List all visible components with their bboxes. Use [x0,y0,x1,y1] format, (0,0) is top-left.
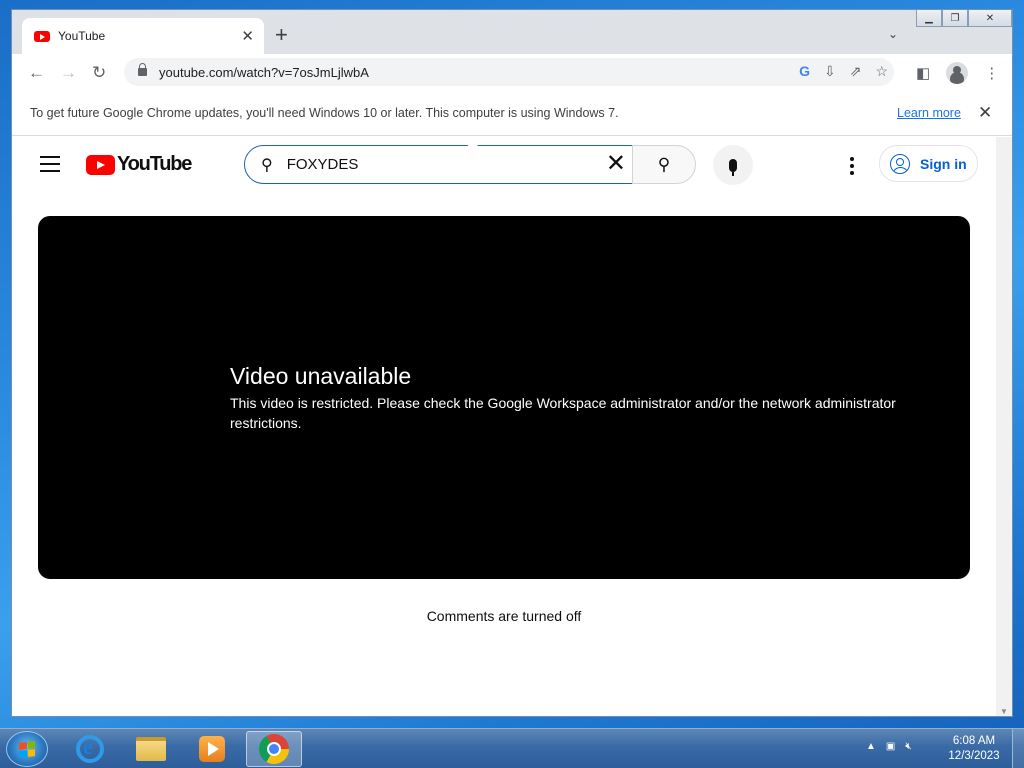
youtube-header: YouTube ⚲ ✕ ⚲ Sign in [12,137,996,193]
window-controls: ▁ ❐ ✕ [916,10,1012,28]
show-hidden-icons-button[interactable]: ▲ [866,741,876,752]
address-bar[interactable]: youtube.com/watch?v=7osJmLjlwbA G ⇩ ⇗ ☆ [124,58,894,86]
page-scrollbar[interactable]: ▼ [996,137,1012,716]
youtube-favicon-icon [34,30,50,42]
more-options-icon[interactable] [846,153,858,179]
voice-search-button[interactable] [713,145,753,185]
close-window-button[interactable]: ✕ [968,10,1012,27]
account-icon [890,153,910,174]
sign-in-label: Sign in [920,155,967,172]
reload-button[interactable]: ↻ [92,63,106,83]
youtube-logo[interactable]: YouTube [86,153,192,176]
update-infobar: To get future Google Chrome updates, you… [12,90,1012,136]
chrome-icon [259,734,289,764]
share-icon[interactable]: ⇗ [850,63,862,80]
maximize-button[interactable]: ❐ [942,10,968,27]
taskbar-media-player[interactable] [184,731,240,767]
clock-date: 12/3/2023 [948,750,1000,762]
learn-more-link[interactable]: Learn more [897,106,961,120]
search-box[interactable]: ⚲ ✕ [244,145,633,184]
search-icon: ⚲ [261,156,273,174]
internet-explorer-icon [76,734,104,763]
media-player-icon [199,736,225,762]
lock-icon[interactable] [138,63,147,76]
system-clock[interactable]: 6:08 AM 12/3/2023 [944,734,1004,764]
video-player[interactable]: Video unavailable This video is restrict… [38,216,970,579]
taskbar-windows-explorer[interactable] [123,731,179,767]
start-button[interactable] [6,731,48,767]
clear-search-icon[interactable]: ✕ [606,152,626,176]
chrome-window: YouTube ✕ + ⌄ ▁ ❐ ✕ ← → ↻ youtube.com/wa… [11,9,1013,717]
tab-search-button[interactable]: ⌄ [888,27,898,41]
taskbar-chrome[interactable] [246,731,302,767]
tab-title: YouTube [58,29,106,43]
search-input[interactable] [286,156,567,173]
tab-close-icon[interactable]: ✕ [241,27,254,45]
player-error-title: Video unavailable [230,363,412,389]
bookmark-star-icon[interactable]: ☆ [875,63,888,80]
windows-taskbar: ▲ ▣ 🔇︎ 6:08 AM 12/3/2023 [0,728,1024,768]
windows-logo-icon [19,741,35,758]
new-tab-button[interactable]: + [275,24,288,46]
youtube-wordmark: YouTube [117,153,192,175]
forward-button[interactable]: → [60,63,77,83]
tab-strip: YouTube ✕ + ⌄ ▁ ❐ ✕ [12,10,1012,54]
side-panel-icon[interactable]: ◧ [916,64,930,82]
microphone-icon [729,158,737,176]
menu-icon[interactable]: ⋮ [984,64,999,82]
youtube-play-icon [86,154,115,175]
google-icon[interactable]: G [799,63,810,80]
search-icon: ⚲ [657,154,671,174]
sign-in-button[interactable]: Sign in [879,145,978,182]
profile-icon[interactable] [946,62,969,84]
browser-toolbar: ← → ↻ youtube.com/watch?v=7osJmLjlwbA G … [12,54,1012,90]
infobar-message: To get future Google Chrome updates, you… [30,105,619,120]
back-button[interactable]: ← [28,63,45,83]
minimize-button[interactable]: ▁ [916,10,942,27]
infobar-close-icon[interactable]: ✕ [978,103,992,123]
clock-time: 6:08 AM [952,735,996,747]
install-icon[interactable]: ⇩ [824,63,836,80]
hamburger-menu-icon[interactable] [40,156,60,172]
volume-muted-icon[interactable]: 🔇︎ [905,741,911,752]
player-error-message: This video is restricted. Please check t… [230,395,896,431]
network-icon[interactable]: ▣ [886,741,895,752]
comments-status: Comments are turned off [426,608,582,624]
taskbar-internet-explorer[interactable] [62,731,118,767]
show-desktop-button[interactable] [1012,729,1024,768]
scroll-down-icon[interactable]: ▼ [1000,707,1008,716]
tab-youtube[interactable]: YouTube ✕ [22,18,264,54]
youtube-page: YouTube ⚲ ✕ ⚲ Sign in Video unavailable … [12,137,996,716]
folder-icon [136,737,166,761]
search-button[interactable]: ⚲ [632,145,696,184]
system-tray: ▲ ▣ 🔇︎ [866,741,912,752]
url-text[interactable]: youtube.com/watch?v=7osJmLjlwbA [159,65,369,80]
